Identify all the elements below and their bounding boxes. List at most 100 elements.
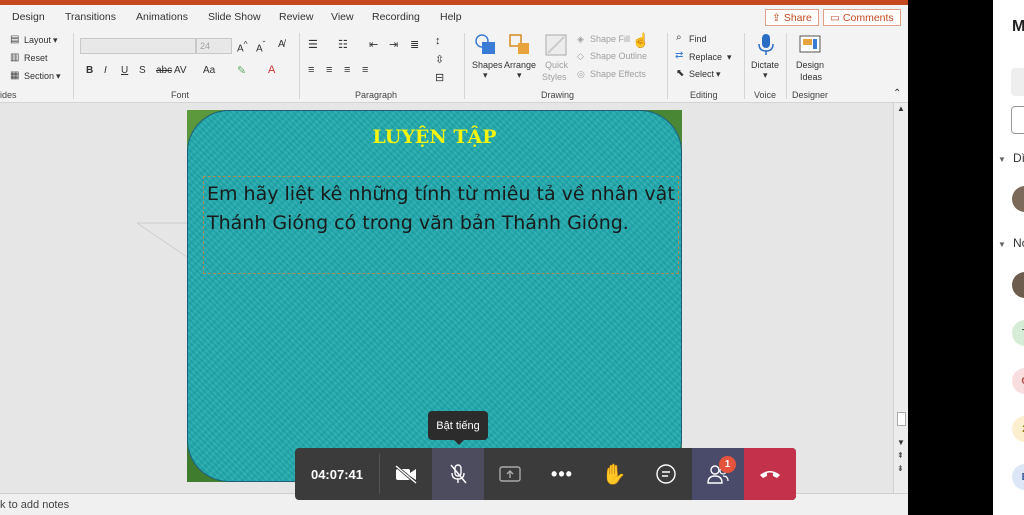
find-button[interactable]: Find [689,34,707,44]
align-text-icon[interactable]: ⊟ [435,71,444,84]
tab-animations[interactable]: Animations [136,11,188,23]
avatar[interactable] [1012,272,1024,298]
slide-title[interactable]: LUYỆN TẬP [187,126,682,148]
avatar[interactable]: E [1012,464,1024,490]
tab-design[interactable]: Design [12,11,45,23]
design-ideas-icon[interactable] [798,32,822,56]
chat-button[interactable] [640,448,692,500]
share-button[interactable]: ⇪ Share [765,9,819,26]
align-center-icon[interactable]: ≡ [326,64,332,76]
text-direction-icon[interactable]: ⇳ [435,53,444,66]
shape-effects-button[interactable]: Shape Effects [590,69,646,79]
voice-group-label: Voice [754,90,777,100]
tab-slide-show[interactable]: Slide Show [208,11,261,23]
tooltip-tail [453,439,465,445]
tab-transitions[interactable]: Transitions [65,11,116,23]
shadow-icon[interactable]: S [139,65,146,76]
microphone-icon[interactable] [754,32,778,56]
mic-off-icon [450,464,467,484]
microphone-toggle-button[interactable] [432,448,484,500]
scroll-up-icon[interactable]: ▲ [897,104,905,113]
shapes-label[interactable]: Shapes [472,60,503,70]
dictate-button[interactable]: Dictate [751,60,779,70]
numbering-icon[interactable]: ☷ [338,38,348,51]
styles-label: Styles [542,72,567,82]
chat-icon [656,464,676,484]
justify-icon[interactable]: ≡ [362,64,368,76]
change-case-icon[interactable]: Aa [203,65,215,76]
hand-cursor-icon: ☝ [632,32,650,48]
section-header-in-meeting[interactable]: Dì [1013,151,1024,165]
increase-indent-icon[interactable]: ⇥ [389,38,398,51]
section-caret-icon[interactable]: ▼ [998,155,1006,164]
tab-review[interactable]: Review [279,11,313,23]
slide-body-text[interactable]: Em hãy liệt kê những tính từ miêu tả về … [207,180,677,238]
section-button[interactable]: Section [24,71,54,81]
bold-icon[interactable]: B [86,65,93,76]
ribbon: ▤ Layout ▾ ▥ Reset ▦ Section ▾ ides 24 A… [0,29,908,103]
collapse-ribbon-icon[interactable]: ⌃ [893,88,901,99]
font-group-label: Font [171,90,190,100]
reset-button[interactable]: Reset [24,53,48,63]
align-right-icon[interactable]: ≡ [344,64,350,76]
shrink-font-icon[interactable]: Aˇ [256,39,265,54]
avatar[interactable]: 2 [1012,416,1024,442]
grow-font-icon[interactable]: A^ [237,39,248,54]
share-screen-button[interactable] [484,448,536,500]
ideas-label[interactable]: Ideas [800,72,822,82]
arrange-label[interactable]: Arrange [504,60,536,70]
avatar[interactable] [1012,186,1024,212]
shape-outline-icon: ◇ [577,51,584,61]
leave-call-button[interactable] [744,448,796,500]
select-button[interactable]: Select [689,69,714,79]
more-actions-button[interactable]: ••• [536,448,588,500]
participants-button[interactable] [692,448,744,500]
meeting-controls-bar: 04:07:41 ••• ✋ [295,448,796,500]
avatar[interactable]: T [1012,320,1024,346]
camera-toggle-button[interactable] [380,448,432,500]
vertical-scrollbar[interactable]: ▲ ▼ ⇞ ⇟ [893,103,908,493]
layout-chevron-icon: ▾ [53,35,58,45]
italic-icon[interactable]: I [104,65,107,76]
shapes-icon[interactable] [474,33,498,57]
section-caret-icon[interactable]: ▼ [998,240,1006,249]
clear-format-icon[interactable]: A̸ [278,39,285,50]
bullets-icon[interactable]: ☰ [308,38,318,51]
tooltip-text: Bật tiếng [436,419,480,432]
arrange-chevron-icon: ▾ [517,70,522,80]
comments-button[interactable]: ▭ Comments [823,9,901,26]
line-spacing-icon[interactable]: ↕ [435,35,441,47]
scroll-thumb[interactable] [897,412,906,426]
raise-hand-button[interactable]: ✋ [588,448,640,500]
section-header-others[interactable]: Nc [1013,236,1024,250]
strikethrough-icon[interactable]: abc [156,65,172,76]
underline-icon[interactable]: U [121,65,128,76]
align-left-icon[interactable]: ≡ [308,64,314,76]
decrease-indent-icon[interactable]: ⇤ [369,38,378,51]
list-icon[interactable]: ≣ [410,38,419,51]
quick-styles-icon[interactable] [544,33,568,57]
char-spacing-icon[interactable]: AV [174,65,187,76]
highlight-icon[interactable]: ✎ [237,64,246,77]
shape-outline-button[interactable]: Shape Outline [590,51,647,61]
prev-slide-icon[interactable]: ⇞ [897,451,904,460]
replace-button[interactable]: Replace [689,52,722,62]
arrange-icon[interactable] [508,33,532,57]
avatar[interactable]: C [1012,368,1024,394]
tab-view[interactable]: View [331,11,354,23]
panel-button[interactable] [1011,68,1024,96]
design-label[interactable]: Design [796,60,824,70]
font-name-box[interactable] [80,38,196,54]
section-chevron-icon: ▾ [56,71,61,81]
designer-group-label: Designer [792,90,829,100]
shape-fill-button[interactable]: Shape Fill [590,34,630,44]
tab-recording[interactable]: Recording [372,11,420,23]
next-slide-icon[interactable]: ⇟ [897,464,904,473]
font-size-box[interactable]: 24 [196,38,232,54]
dictate-chevron-icon: ▾ [763,70,768,80]
tab-help[interactable]: Help [440,11,462,23]
font-color-icon[interactable]: A [268,64,275,76]
layout-button[interactable]: Layout [24,35,51,45]
panel-search-input[interactable] [1011,106,1024,134]
scroll-down-icon[interactable]: ▼ [897,438,905,447]
